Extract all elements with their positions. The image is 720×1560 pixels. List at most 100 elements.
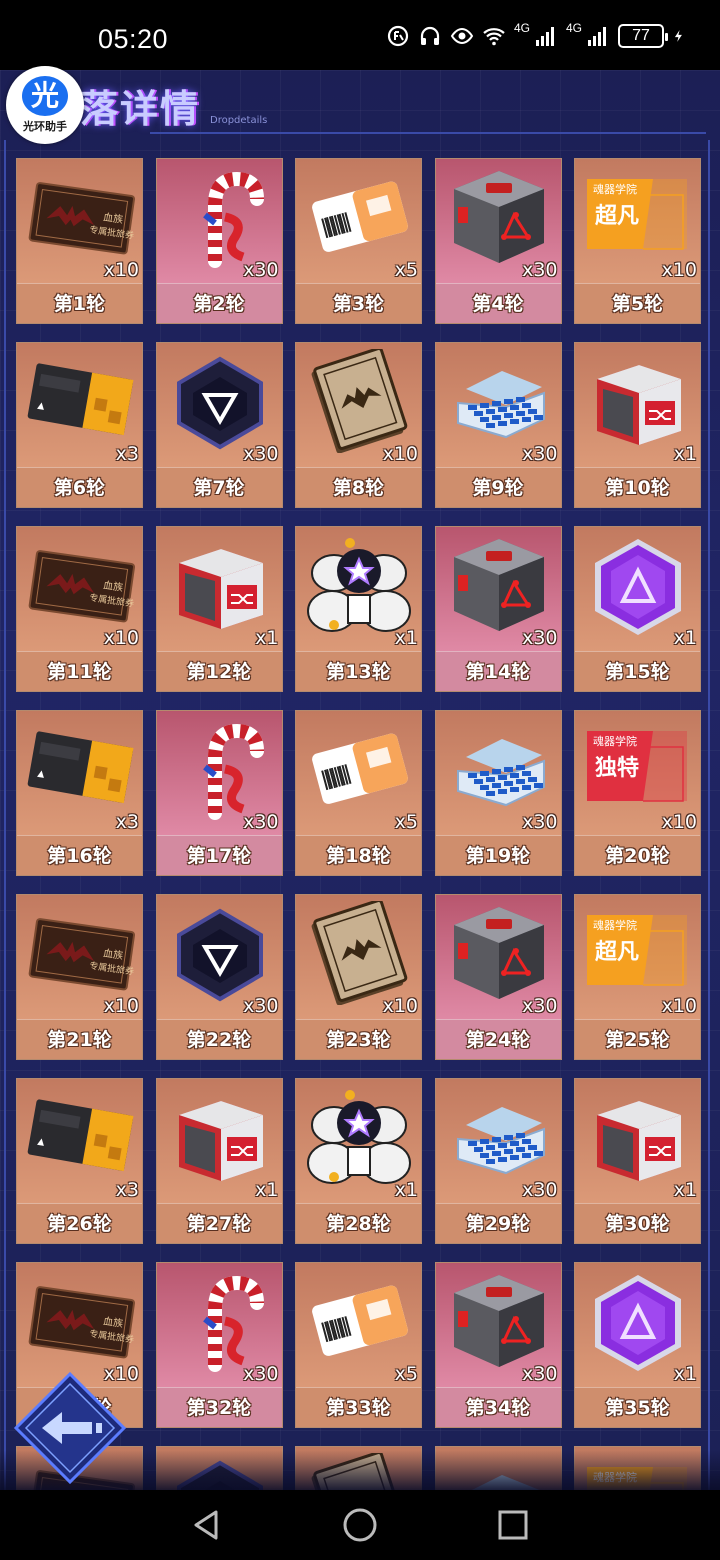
purple-hex-icon [595, 1275, 681, 1371]
reward-card[interactable]: x1 第12轮 [155, 526, 283, 692]
reward-count: x30 [522, 259, 558, 281]
reward-card[interactable]: x30 第19轮 [434, 710, 562, 876]
page-title: 落详情 [80, 87, 201, 131]
svg-text:魂器学院: 魂器学院 [593, 918, 637, 932]
barcode-card-icon [312, 1285, 408, 1356]
reward-card[interactable]: x30 第32轮 [155, 1262, 283, 1428]
status-bar: 05:20 4G 4G 77 [0, 0, 720, 70]
reward-count: x1 [673, 1179, 697, 1201]
reward-card[interactable]: x1 第13轮 [295, 526, 422, 692]
reward-round-label: 第8轮 [296, 467, 421, 507]
purple-hex-icon [595, 539, 681, 635]
reward-card[interactable]: 魂器学院 独特 x10 第20轮 [574, 710, 701, 876]
reward-round-label: 第2轮 [156, 283, 282, 323]
reward-count: x30 [522, 443, 558, 465]
nav-home-button[interactable] [340, 1505, 380, 1545]
reward-card[interactable]: x5 第18轮 [295, 710, 422, 876]
back-arrow-icon[interactable] [12, 1370, 128, 1486]
ticket-bat-icon: 血族专属批旅券 [28, 550, 135, 623]
reward-card[interactable]: x30 第14轮 [434, 526, 562, 692]
blue-case-icon [456, 739, 545, 807]
reward-card[interactable]: 魂器学院 超凡 x10 第5轮 [574, 158, 701, 324]
bat-book-icon [311, 349, 408, 453]
reward-count: x30 [243, 1363, 279, 1385]
candy-cane-icon [202, 171, 264, 268]
reward-card[interactable]: x1 第10轮 [574, 342, 701, 508]
reward-card[interactable]: 血族 专属批旅券 x10 第11轮 [16, 526, 143, 692]
reward-card[interactable]: x30 第4轮 [434, 158, 562, 324]
reward-card[interactable]: x5 第3轮 [295, 158, 422, 324]
nav-back-button[interactable] [187, 1505, 227, 1545]
reward-card[interactable]: ▲ x3 第16轮 [16, 710, 143, 876]
reward-count: x10 [103, 995, 139, 1017]
reward-round-label: 第32轮 [156, 1387, 282, 1427]
page-subtitle: Dropdetails [210, 115, 268, 126]
reward-card[interactable]: x30 第7轮 [155, 342, 283, 508]
reward-round-label: 第16轮 [17, 835, 142, 875]
reward-card[interactable]: 魂器学院 超凡 x10 第25轮 [574, 894, 701, 1060]
battery-level: 77 [632, 27, 650, 44]
nav-back-icon [194, 1510, 218, 1540]
reward-card[interactable]: x30 第17轮 [155, 710, 283, 876]
guanghuan-assistant-badge[interactable]: 光 光环助手 [6, 66, 84, 144]
reward-card[interactable]: x30 第9轮 [434, 342, 562, 508]
reward-round-label: 第10轮 [575, 467, 700, 507]
status-icons: 4G 4G 77 [386, 21, 686, 48]
reward-card[interactable]: x30 第29轮 [434, 1078, 562, 1244]
ticket-black-gold-icon: ▲ [27, 1099, 134, 1172]
reward-count: x10 [661, 259, 697, 281]
reward-round-label: 第21轮 [17, 1019, 142, 1059]
reward-card[interactable]: x30 第2轮 [155, 158, 283, 324]
reward-round-label: 第15轮 [575, 651, 700, 691]
reward-count: x1 [394, 1179, 418, 1201]
reward-card[interactable]: x10 第8轮 [295, 342, 422, 508]
reward-card[interactable]: 血族 专属批旅券 x10 第21轮 [16, 894, 143, 1060]
reward-card[interactable]: ▲ x3 第6轮 [16, 342, 143, 508]
reward-card[interactable]: x10 第23轮 [295, 894, 422, 1060]
reward-card[interactable]: x30 第22轮 [155, 894, 283, 1060]
triangle-core-icon [176, 356, 263, 450]
grey-crate-icon [453, 1275, 544, 1367]
reward-count: x10 [382, 995, 418, 1017]
ticket-black-gold-icon: ▲ [27, 363, 134, 436]
reward-count: x1 [255, 1179, 279, 1201]
reward-card[interactable]: x1 第27轮 [155, 1078, 283, 1244]
ticket-black-gold-icon: ▲ [27, 731, 134, 804]
reward-round-label: 第9轮 [435, 467, 561, 507]
reward-card[interactable]: ▲ x3 第26轮 [16, 1078, 143, 1244]
reward-card[interactable]: x30 第24轮 [434, 894, 562, 1060]
reward-round-label: 第33轮 [296, 1387, 421, 1427]
ticket-orange-icon: 魂器学院超凡 [587, 915, 687, 986]
nav-recents-icon [498, 1510, 528, 1540]
reward-grid: 血族 专属批旅券 x10 第1轮 x30 第2轮 x5 第3轮 x30 第4轮 魂器学院 超凡 x10 第… [16, 158, 701, 1490]
reward-round-label: 第30轮 [575, 1203, 700, 1243]
reward-count: x1 [673, 443, 697, 465]
reward-count: x30 [522, 1179, 558, 1201]
red-chest-icon [597, 1101, 681, 1181]
signal-icon [535, 27, 554, 46]
status-time: 05:20 [98, 24, 169, 54]
reward-card[interactable]: x30 第34轮 [434, 1262, 562, 1428]
reward-round-label: 第28轮 [296, 1203, 421, 1243]
reward-card[interactable]: 血族 专属批旅券 x10 第1轮 [16, 158, 143, 324]
ticket-bat-icon: 血族专属批旅券 [28, 1286, 135, 1359]
battery-icon: 77 [618, 24, 668, 48]
reward-card[interactable]: x5 第33轮 [295, 1262, 422, 1428]
header-divider [150, 132, 706, 134]
system-nav-bar [0, 1490, 720, 1560]
reward-count: x1 [673, 627, 697, 649]
reward-card[interactable]: x1 第35轮 [574, 1262, 701, 1428]
red-chest-icon [178, 549, 263, 629]
candy-cane-icon [202, 1275, 264, 1372]
reward-round-label: 第26轮 [17, 1203, 142, 1243]
reward-card[interactable]: x1 第28轮 [295, 1078, 422, 1244]
nav-recents-button[interactable] [493, 1505, 533, 1545]
reward-round-label: 第12轮 [156, 651, 282, 691]
reward-card[interactable]: x1 第30轮 [574, 1078, 701, 1244]
reward-card[interactable]: x1 第15轮 [574, 526, 701, 692]
reward-count: x30 [522, 627, 558, 649]
red-chest-icon [178, 1101, 263, 1181]
reward-round-label: 第19轮 [435, 835, 561, 875]
reward-round-label: 第17轮 [156, 835, 282, 875]
reward-count: x30 [243, 443, 279, 465]
